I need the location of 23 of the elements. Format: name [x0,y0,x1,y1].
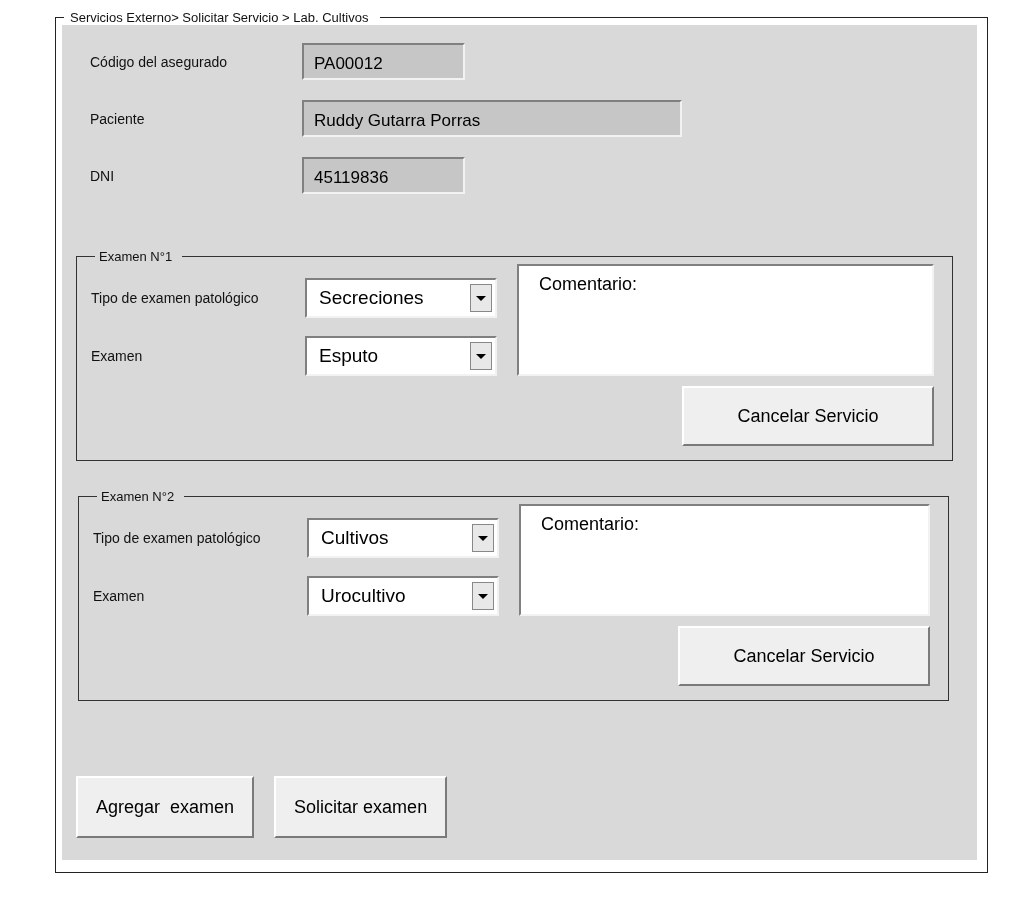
text-field[interactable]: PA00012 [302,43,465,80]
group-title: Examen N°2 [100,489,176,504]
field-label: Tipo de examen patológico [93,530,262,546]
comment-field[interactable]: Comentario: [517,264,934,376]
field-label: Examen [93,588,146,604]
field-label: Examen [91,348,144,364]
action-button[interactable]: Agregar examen [76,776,255,838]
text-field[interactable]: Ruddy Gutarra Porras [302,100,682,137]
group-title: Examen N°1 [98,249,174,264]
dropdown[interactable]: Esputo [305,336,497,376]
cancel-service-button[interactable]: Cancelar Servicio [682,386,934,446]
dropdown[interactable]: Secreciones [305,278,497,318]
cancel-service-button[interactable]: Cancelar Servicio [678,626,930,686]
comment-field[interactable]: Comentario: [519,504,930,616]
breadcrumb: Servicios Externo> Solicitar Servicio > Lab. Cultivos [69,10,370,25]
dropdown[interactable]: Urocultivo [307,576,499,616]
field-label: Código del asegurado [89,53,228,70]
field-label: Tipo de examen patológico [91,290,260,306]
dropdown[interactable]: Cultivos [307,518,499,558]
text-field[interactable]: 45119836 [302,157,465,194]
action-button[interactable]: Solicitar examen [274,776,448,838]
field-label: Paciente [89,110,146,127]
field-label: DNI [89,167,116,184]
